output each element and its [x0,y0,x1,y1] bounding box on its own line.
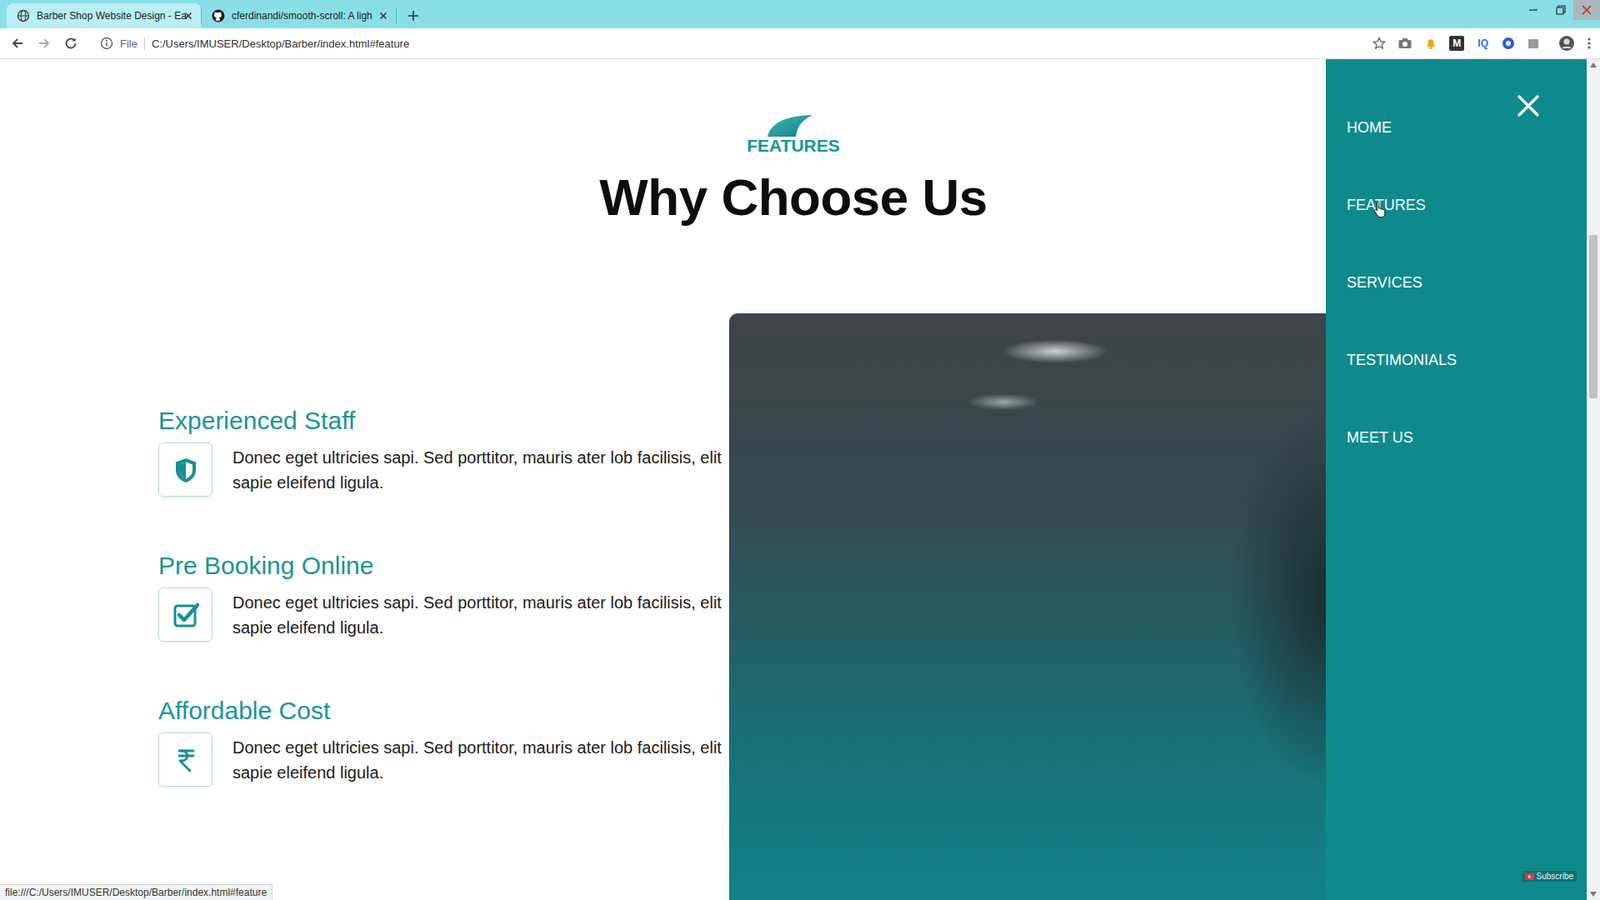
feature-text: Donec eget ultricies sapi. Sed porttitor… [232,445,730,495]
globe-icon [16,9,30,23]
extension-circle-icon[interactable] [1501,36,1515,50]
back-icon[interactable] [10,35,25,51]
leaf-logo-icon [764,112,823,138]
bell-icon[interactable] [1424,36,1438,50]
nav-item[interactable]: SERVICES [1346,273,1587,292]
menu-dots-icon[interactable] [1586,35,1592,51]
check-icon [172,601,200,629]
minimize-icon[interactable] [1520,0,1547,20]
nav-label: FEATURES [1346,196,1426,214]
tab-separator [200,8,202,24]
scheme-label: File [120,37,145,50]
feature-icon-box [158,732,213,787]
feature-title: Experienced Staff [158,405,730,436]
close-window-icon[interactable] [1573,0,1600,20]
info-icon[interactable] [100,36,114,50]
browser-toolbar: File C:/Users/IMUSER/Desktop/Barber/index… [0,28,1600,60]
shield-icon [172,456,200,484]
window-controls [1520,0,1600,20]
extension-button[interactable]: M [1449,35,1465,51]
section-heading: Why Choose Us [599,167,987,228]
page-viewport: FEATURES Why Choose Us Experienced Staff Do… [0,59,1600,900]
puzzle-icon[interactable] [1526,36,1540,50]
restore-icon[interactable] [1546,0,1574,20]
close-icon[interactable] [377,10,390,22]
status-bar: file:///C:/Users/IMUSER/Desktop/Barber/i… [0,884,273,900]
play-icon [1525,873,1535,880]
feature-title: Affordable Cost [158,695,730,726]
browser-tab[interactable]: Barber Shop Website Design - Ea [6,3,201,29]
feature-body: Donec eget ultricies sapi. Sed porttitor… [158,732,730,787]
extension-button[interactable]: IQ [1475,37,1490,50]
scroll-up-icon[interactable] [1590,62,1597,68]
feature-text: Donec eget ultricies sapi. Sed porttitor… [232,590,730,640]
tab-title: Barber Shop Website Design - Ea [36,10,176,22]
close-icon[interactable] [182,10,195,22]
pointer-cursor-icon [1373,200,1387,218]
forward-icon[interactable] [36,35,52,51]
github-icon [211,9,225,23]
reload-icon[interactable] [63,35,79,51]
feature-icon-box [158,587,213,642]
feature-item: Affordable Cost Donec eget ultricies sapi… [158,695,730,787]
browser-tab[interactable]: cferdinandi/smooth-scroll: A ligh [201,3,396,29]
scroll-down-icon[interactable] [1590,891,1597,897]
tab-strip: Barber Shop Website Design - Ea cferdinan… [0,0,1600,29]
rupee-icon [172,746,200,774]
feature-item: Pre Booking Online Donec eget ultricies s… [158,550,730,642]
nav-label: SERVICES [1346,274,1423,291]
nav-label: TESTIMONIALS [1346,351,1457,369]
address-bar[interactable]: File C:/Users/IMUSER/Desktop/Barber/index… [100,36,1361,50]
close-icon[interactable] [1516,94,1540,118]
tab-separator [395,8,397,24]
scrollbar-thumb[interactable] [1589,235,1598,399]
plus-icon[interactable] [401,4,425,28]
nav-item[interactable]: TESTIMONIALS [1346,350,1587,370]
side-nav: HOME FEATURES SERVICES TESTIMONIALS MEET US S… [1325,59,1587,900]
feature-title: Pre Booking Online [158,550,730,581]
features-list: Experienced Staff Donec eget ultricies sa… [0,313,730,900]
feature-item: Experienced Staff Donec eget ultricies sa… [158,405,730,497]
nav-item[interactable]: FEATURES [1346,195,1587,215]
feature-text: Donec eget ultricies sapi. Sed porttitor… [232,735,730,785]
feature-body: Donec eget ultricies sapi. Sed porttitor… [158,587,730,642]
star-icon[interactable] [1372,36,1386,50]
nav-item[interactable]: HOME [1346,118,1587,137]
avatar-icon[interactable] [1558,35,1575,52]
subscribe-watermark[interactable]: Subscribe [1521,870,1577,882]
camera-icon[interactable] [1397,36,1413,50]
feature-body: Donec eget ultricies sapi. Sed porttitor… [158,442,730,497]
web-page: FEATURES Why Choose Us Experienced Staff Do… [0,59,1587,900]
watermark-label: Subscribe [1536,871,1574,881]
nav-label: MEET US [1346,429,1414,446]
nav-label: HOME [1346,119,1392,136]
feature-icon-box [158,442,213,497]
section-tag: FEATURES [746,135,840,156]
url-text[interactable]: C:/Users/IMUSER/Desktop/Barber/index.htm… [151,37,410,50]
tab-title: cferdinandi/smooth-scroll: A ligh [231,10,371,22]
nav-item[interactable]: MEET US [1346,428,1587,447]
toolbar-icons: M IQ [1372,35,1592,52]
scrollbar[interactable] [1586,59,1600,900]
